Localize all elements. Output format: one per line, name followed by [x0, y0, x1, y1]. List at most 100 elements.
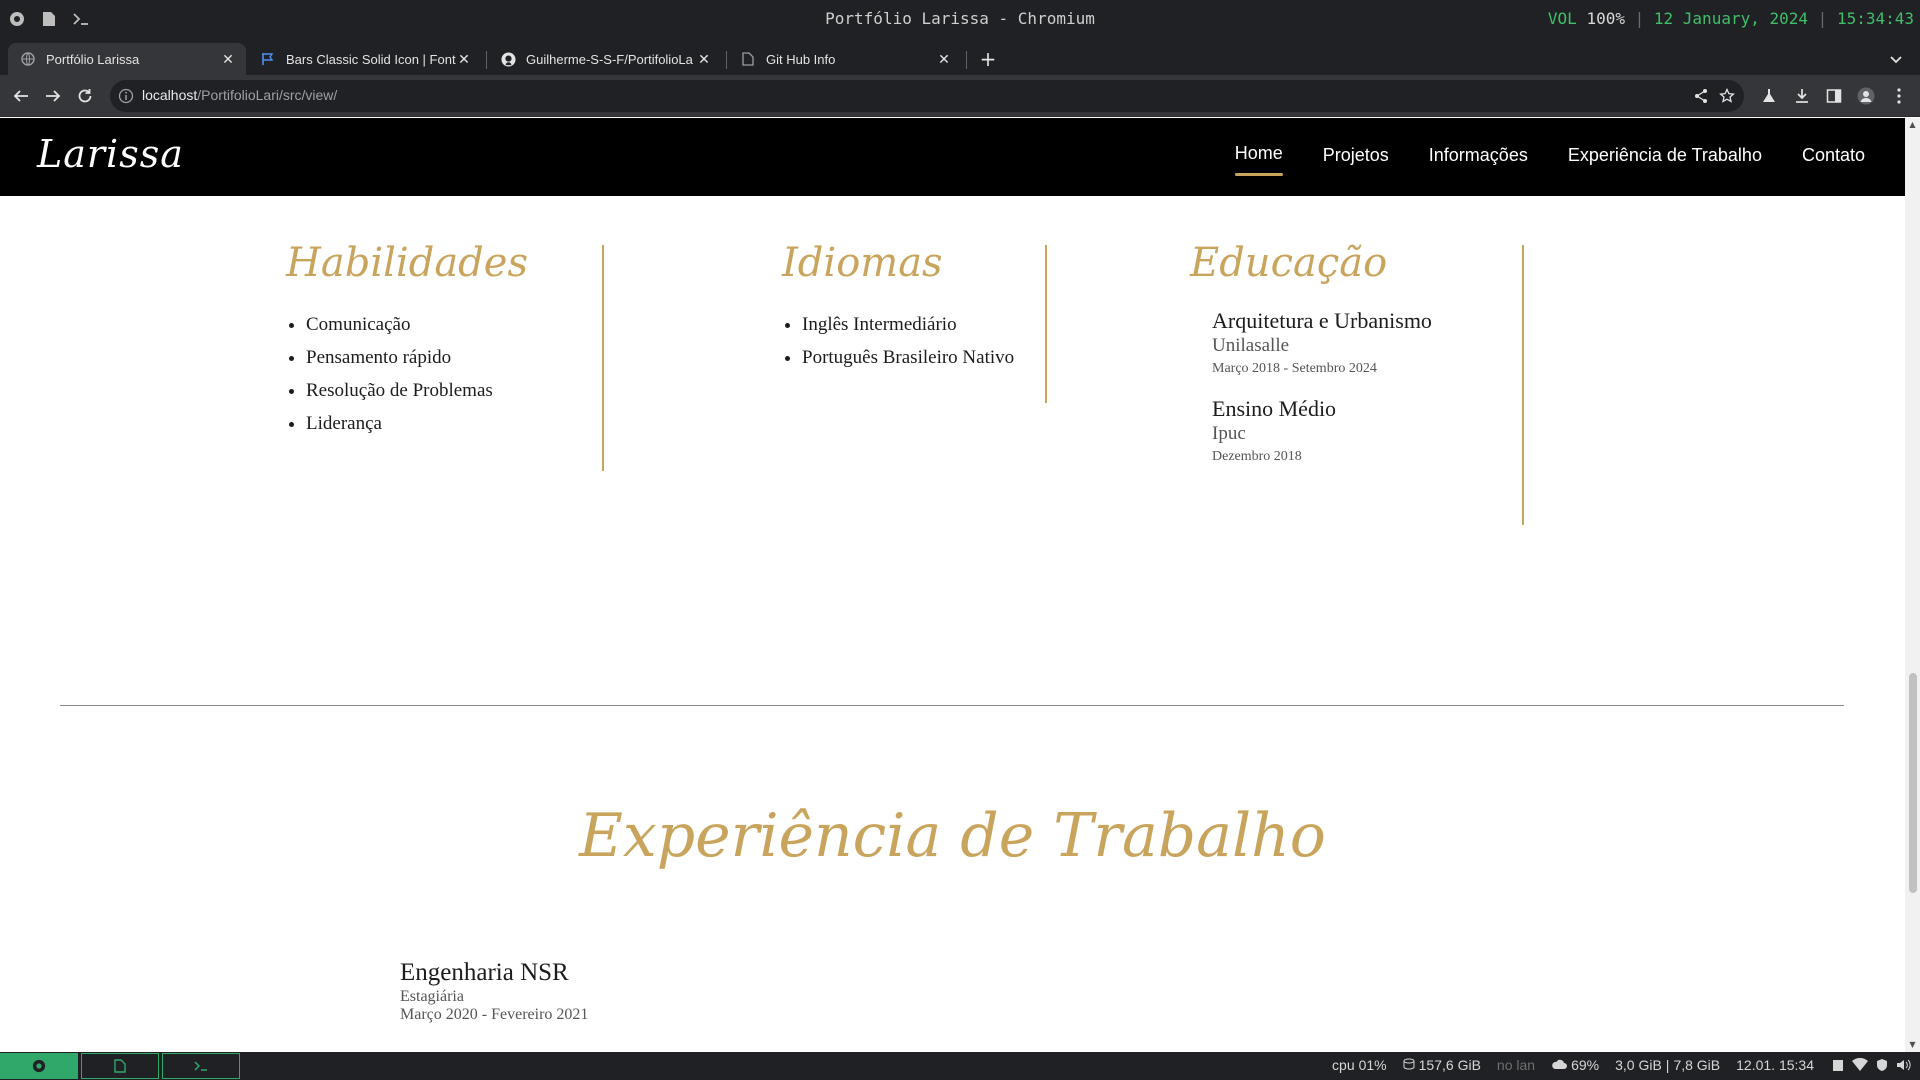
experience-heading: Experiência de Trabalho	[579, 801, 1326, 871]
education-title: Arquitetura e Urbanismo	[1212, 308, 1432, 333]
site-navbar: Larissa Home Projetos Informações Experi…	[0, 118, 1905, 196]
list-item: Comunicação	[306, 308, 528, 341]
volume-icon[interactable]	[1896, 1057, 1912, 1073]
close-icon[interactable]: ✕	[220, 51, 236, 67]
wifi-icon[interactable]	[1852, 1057, 1868, 1073]
education-school: Unilasalle	[1212, 335, 1290, 356]
cpu-label: cpu	[1332, 1057, 1355, 1073]
nav-links: Home Projetos Informações Experiência de…	[1234, 143, 1865, 176]
tab-label: Bars Classic Solid Icon | Font	[286, 51, 456, 67]
close-icon[interactable]: ✕	[696, 51, 712, 67]
close-icon[interactable]: ✕	[456, 51, 472, 67]
tab-strip: Portfólio Larissa ✕ Bars Classic Solid I…	[0, 39, 1920, 75]
system-panel: cpu 01% 157,6 GiB no lan 69% 3,0 GiB | 7…	[0, 1052, 1920, 1080]
clipboard-icon[interactable]	[1830, 1057, 1846, 1073]
cpu-usage: cpu 01%	[1332, 1057, 1387, 1073]
status-time: 15:34:43	[1836, 9, 1914, 28]
languages-heading: Idiomas	[782, 240, 943, 286]
cpu-value: 01%	[1358, 1057, 1387, 1073]
bookmark-star-icon[interactable]	[1718, 87, 1736, 105]
nav-link-home[interactable]: Home	[1234, 143, 1283, 176]
scroll-down-arrow-icon[interactable]: ▼	[1908, 1040, 1917, 1049]
status-separator: |	[1817, 9, 1828, 28]
tab-separator	[486, 51, 487, 69]
education-section: Educação Arquitetura e Urbanismo Unilasa…	[1190, 240, 1432, 468]
skills-list: Comunicação Pensamento rápido Resolução …	[306, 308, 528, 440]
system-tray	[1830, 1057, 1912, 1073]
lan-status: no lan	[1496, 1057, 1536, 1073]
shield-icon[interactable]	[1874, 1057, 1890, 1073]
back-arrow-icon[interactable]	[10, 85, 32, 107]
panel-clock: 12.01. 15:34	[1736, 1057, 1814, 1073]
volume-value: 100%	[1586, 9, 1625, 28]
nav-link-informacoes[interactable]: Informações	[1429, 145, 1528, 166]
battery-value: 69%	[1571, 1057, 1600, 1073]
tab-bars-icon[interactable]: Bars Classic Solid Icon | Font ✕	[248, 43, 482, 75]
document-icon	[740, 51, 756, 67]
cloud-icon	[1551, 1057, 1568, 1073]
address-bar[interactable]: localhost/PortifolioLari/src/view/	[110, 80, 1744, 112]
workspace-browser[interactable]	[0, 1053, 78, 1079]
education-dates: Dezembro 2018	[1212, 449, 1302, 464]
scrollbar-thumb[interactable]	[1909, 673, 1917, 893]
chevron-down-icon[interactable]	[1886, 49, 1906, 69]
flag-icon	[260, 51, 276, 67]
url-path: /PortifolioLari/src/view/	[197, 87, 338, 103]
tab-separator	[726, 51, 727, 69]
download-icon[interactable]	[1792, 86, 1812, 106]
job-dates: Março 2020 - Fevereiro 2021	[400, 1006, 589, 1023]
disk-value: 157,6 GiB	[1418, 1057, 1481, 1073]
workspace-files[interactable]	[81, 1053, 159, 1079]
window-titlebar: Portfólio Larissa - Chromium VOL 100% | …	[0, 0, 1920, 39]
job-role: Estagiária	[400, 988, 464, 1005]
status-separator: |	[1634, 9, 1645, 28]
scroll-up-arrow-icon[interactable]: ▲	[1908, 120, 1917, 129]
list-item: Pensamento rápido	[306, 341, 528, 374]
forward-arrow-icon[interactable]	[42, 85, 64, 107]
info-icon[interactable]	[118, 88, 134, 104]
workspace-terminal[interactable]	[162, 1053, 240, 1079]
tab-label: Guilherme-S-S-F/PortifolioLa	[526, 51, 693, 67]
site-brand[interactable]: Larissa	[37, 132, 184, 176]
job-entry: Engenharia NSR Estagiária Março 2020 - F…	[400, 958, 588, 1024]
tab-github-info[interactable]: Git Hub Info ✕	[728, 43, 962, 75]
skills-section: Habilidades Comunicação Pensamento rápid…	[286, 240, 528, 440]
side-panel-icon[interactable]	[1824, 86, 1844, 106]
nav-link-contato[interactable]: Contato	[1802, 145, 1865, 166]
share-icon[interactable]	[1692, 87, 1710, 105]
disk-usage: 157,6 GiB	[1403, 1057, 1481, 1073]
labs-flask-icon[interactable]	[1759, 86, 1779, 106]
nav-link-projetos[interactable]: Projetos	[1323, 145, 1389, 166]
section-divider	[60, 705, 1844, 706]
education-item: Ensino Médio Ipuc Dezembro 2018	[1212, 396, 1432, 468]
education-heading: Educação	[1190, 240, 1388, 286]
list-item: Inglês Intermediário	[802, 308, 1014, 341]
list-item: Português Brasileiro Nativo	[802, 341, 1014, 374]
education-item: Arquitetura e Urbanismo Unilasalle Março…	[1212, 308, 1432, 380]
kebab-menu-icon[interactable]	[1889, 86, 1909, 106]
education-school: Ipuc	[1212, 423, 1246, 444]
profile-avatar-icon[interactable]	[1856, 86, 1876, 106]
tab-github-repo[interactable]: Guilherme-S-S-F/PortifolioLa ✕	[488, 43, 722, 75]
status-date: 12 January, 2024	[1653, 9, 1809, 28]
column-divider	[602, 245, 604, 471]
tab-portfolio-larissa[interactable]: Portfólio Larissa ✕	[8, 43, 246, 75]
list-item: Resolução de Problemas	[306, 374, 528, 407]
list-item: Liderança	[306, 407, 528, 440]
reload-icon[interactable]	[74, 85, 96, 107]
url-text[interactable]: localhost/PortifolioLari/src/view/	[142, 87, 337, 103]
battery-status: 69%	[1551, 1057, 1599, 1073]
close-icon[interactable]: ✕	[936, 51, 952, 67]
education-title: Ensino Médio	[1212, 396, 1337, 421]
job-company: Engenharia NSR	[400, 959, 569, 986]
languages-section: Idiomas Inglês Intermediário Português B…	[782, 240, 1014, 374]
new-tab-button[interactable]: +	[976, 47, 1000, 71]
languages-list: Inglês Intermediário Português Brasileir…	[802, 308, 1014, 374]
url-host: localhost	[142, 87, 198, 103]
memory-used: 3,0 GiB	[1615, 1057, 1662, 1073]
browser-toolbar: localhost/PortifolioLari/src/view/	[0, 75, 1920, 117]
page-scrollbar[interactable]: ▲ ▼	[1905, 118, 1920, 1052]
volume-label: VOL	[1547, 9, 1577, 28]
system-status: VOL 100% | 12 January, 2024 | 15:34:43	[1548, 9, 1914, 28]
nav-link-experiencia[interactable]: Experiência de Trabalho	[1568, 145, 1762, 166]
